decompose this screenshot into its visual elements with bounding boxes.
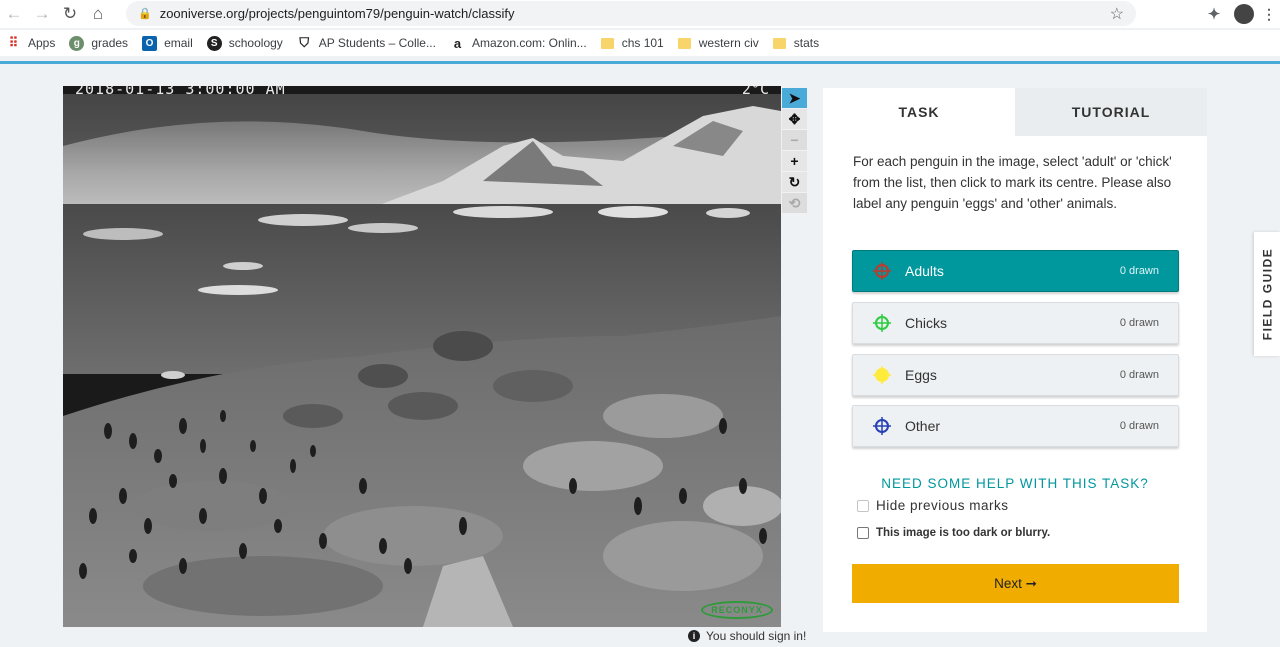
apps-grid-icon: ⠿ (8, 35, 19, 50)
tool-count: 0 drawn (1119, 420, 1159, 432)
tool-label: Adults (905, 263, 944, 279)
address-bar[interactable]: 🔒 zooniverse.org/projects/penguintom79/p… (126, 1, 1136, 26)
bookmark-amazon[interactable]: a Amazon.com: Onlin... (450, 36, 587, 51)
bookmark-email[interactable]: O email (142, 35, 193, 51)
tool-option-other[interactable]: Other 0 drawn (852, 405, 1179, 447)
folder-icon (600, 37, 614, 49)
puzzle-extensions-icon[interactable]: ✦ (1204, 4, 1224, 24)
k-extension-icon[interactable]: K (1174, 4, 1194, 24)
crosshair-blue-icon (873, 417, 891, 435)
grades-icon: g (69, 35, 85, 51)
tool-option-chicks[interactable]: Chicks 0 drawn (852, 302, 1179, 344)
lock-icon: 🔒 (138, 8, 152, 20)
reset-view-icon[interactable]: ⟲ (782, 193, 807, 213)
crosshair-green-icon (873, 314, 891, 332)
camera-timestamp: 2018-01-13 3:00:00 AM (75, 86, 286, 98)
bookmark-western-civ[interactable]: western civ (677, 36, 759, 50)
bookmark-chs-101[interactable]: chs 101 (600, 36, 664, 50)
tool-option-eggs[interactable]: Eggs 0 drawn (852, 354, 1179, 396)
tab-tutorial[interactable]: TUTORIAL (1015, 88, 1207, 136)
subject-image-viewer[interactable]: 2018-01-13 3:00:00 AM 2°C RECONYX (63, 86, 781, 627)
checkbox-box[interactable] (857, 499, 869, 512)
forward-arrow-icon[interactable]: → (28, 0, 56, 28)
bookmark-star-icon[interactable]: ☆ (1110, 4, 1124, 24)
tab-task[interactable]: TASK (823, 88, 1015, 136)
tool-label: Chicks (905, 315, 948, 331)
crosshair-yellow-icon (873, 366, 891, 384)
next-button[interactable]: Next ➞ (852, 564, 1179, 603)
tool-option-adults[interactable]: Adults 0 drawn (852, 250, 1179, 292)
too-dark-checkbox[interactable]: This image is too dark or blurry. (857, 527, 1050, 539)
crosshair-red-icon (873, 262, 891, 280)
rotate-icon[interactable]: ↻ (782, 172, 807, 192)
sign-in-notice[interactable]: i You should sign in! (688, 629, 806, 643)
kebab-menu-icon[interactable]: ⋮ (1262, 4, 1276, 24)
site-header-accent-line (0, 61, 1280, 64)
tool-count: 0 drawn (1119, 369, 1159, 381)
bookmark-ap-students[interactable]: ⛉ AP Students – Colle... (297, 35, 436, 51)
image-toolbar: ➤ ✥ − + ↻ ⟲ (782, 88, 807, 214)
profile-avatar[interactable] (1234, 4, 1254, 24)
url-text: zooniverse.org/projects/penguintom79/pen… (159, 6, 515, 21)
bookmark-grades[interactable]: g grades (69, 35, 128, 51)
info-icon: i (688, 630, 700, 642)
bookmark-stats[interactable]: stats (772, 36, 819, 50)
task-instructions: For each penguin in the image, select 'a… (853, 154, 1172, 211)
folder-icon (772, 37, 786, 49)
tool-label: Other (905, 418, 941, 434)
folder-icon (677, 37, 691, 49)
amazon-icon: a (453, 35, 462, 51)
bookmark-schoology[interactable]: S schoology (206, 35, 283, 51)
grammarly-icon[interactable]: G (1144, 4, 1164, 24)
hide-previous-marks-checkbox[interactable]: Hide previous marks (857, 498, 1009, 513)
task-tabs: TASK TUTORIAL (823, 88, 1207, 136)
tool-count: 0 drawn (1119, 265, 1159, 277)
tool-count: 0 drawn (1119, 317, 1159, 329)
tool-label: Eggs (905, 367, 937, 383)
browser-toolbar: ← → ↻ ⌂ 🔒 zooniverse.org/projects/pengui… (0, 0, 1280, 28)
back-arrow-icon[interactable]: ← (0, 0, 28, 28)
bookmark-apps[interactable]: ⠿ Apps (6, 35, 56, 51)
pointer-tool-icon[interactable]: ➤ (782, 88, 807, 108)
penguin-colony-photo (63, 86, 781, 627)
task-panel: TASK TUTORIAL For each penguin in the im… (823, 88, 1207, 632)
outlook-icon: O (142, 35, 158, 51)
schoology-icon: S (206, 35, 222, 51)
checkbox-box[interactable] (857, 527, 869, 539)
help-link[interactable]: NEED SOME HELP WITH THIS TASK? (823, 476, 1207, 491)
zoom-out-icon[interactable]: − (782, 130, 807, 150)
home-icon[interactable]: ⌂ (84, 0, 112, 28)
zoom-in-icon[interactable]: + (782, 151, 807, 171)
bookmarks-bar: ⠿ Apps g grades O email S schoology ⛉ AP… (0, 30, 1280, 56)
reconyx-logo: RECONYX (701, 601, 773, 619)
camera-temperature: 2°C (741, 86, 769, 98)
field-guide-tab[interactable]: FIELD GUIDE (1254, 232, 1280, 356)
reload-icon[interactable]: ↻ (56, 0, 84, 28)
college-board-icon: ⛉ (299, 35, 310, 50)
pan-tool-icon[interactable]: ✥ (782, 109, 807, 129)
